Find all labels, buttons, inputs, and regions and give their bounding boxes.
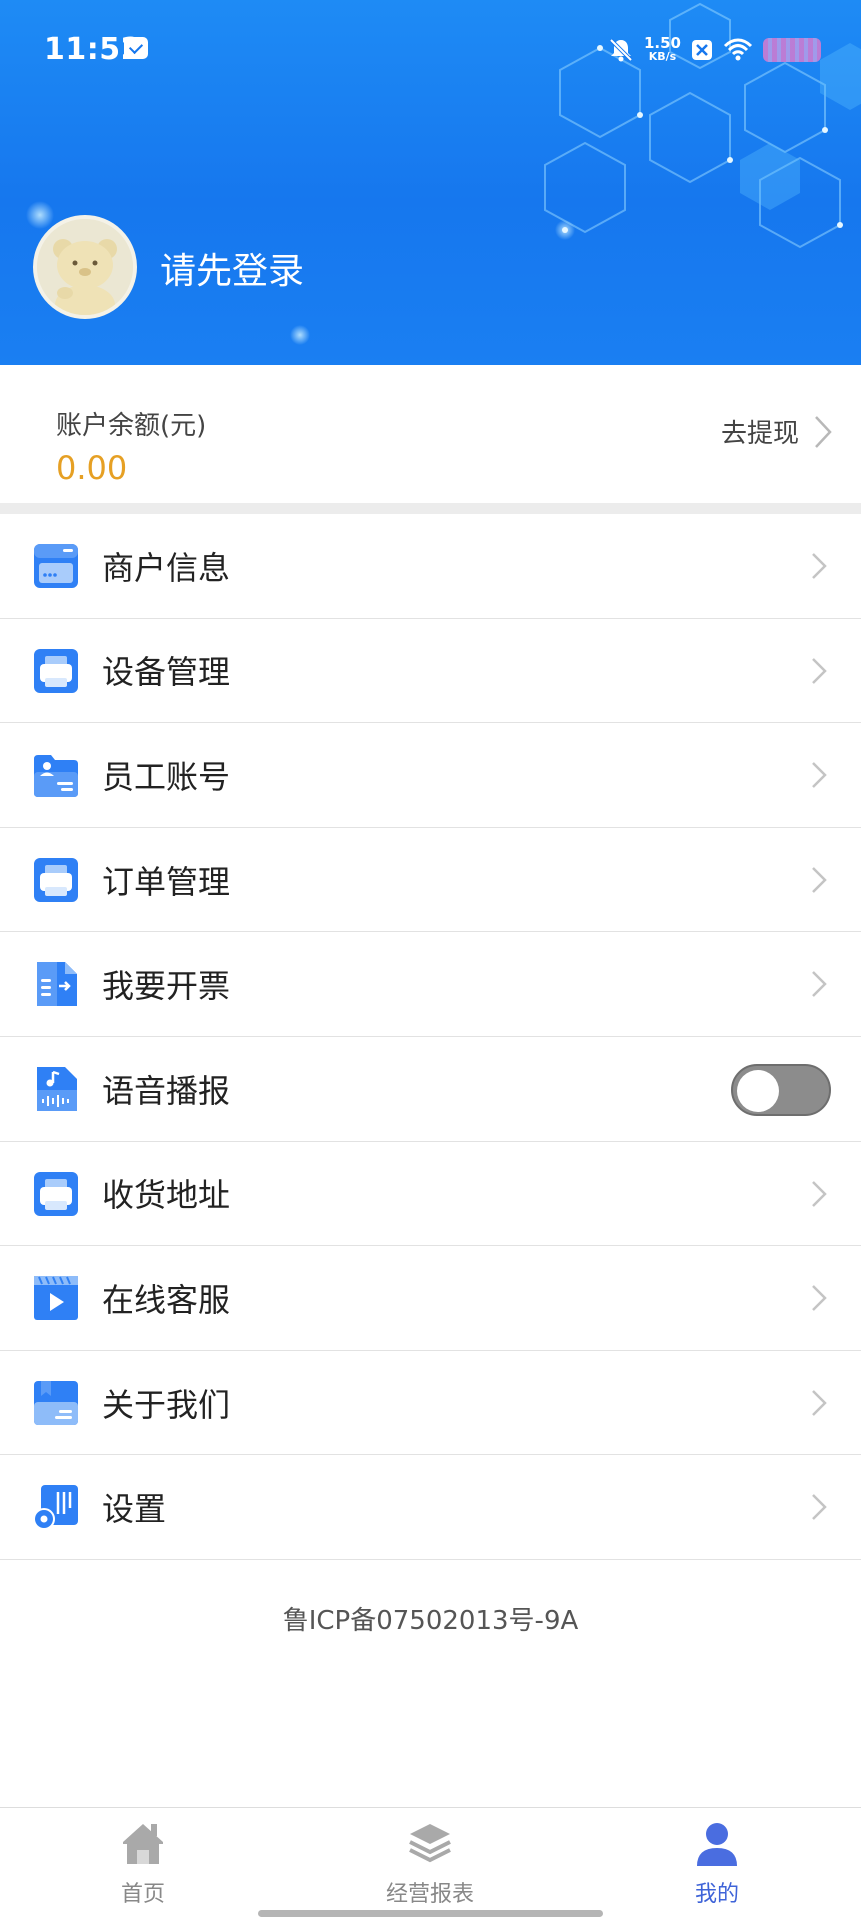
chevron-right-icon (812, 1285, 827, 1312)
status-icons: 1.50 KB/s (608, 30, 821, 70)
chevron-right-icon (812, 553, 827, 579)
chevron-right-icon (812, 1180, 827, 1207)
login-prompt[interactable]: 请先登录 (160, 242, 304, 294)
menu-item-label: 商户信息 (102, 548, 231, 587)
network-speed-value: 1.50 (643, 34, 681, 52)
menu-item-voice-broadcast: 语音播报 (0, 1037, 861, 1142)
menu-item-merchant-info[interactable]: 商户信息 (0, 514, 861, 619)
menu-item-label: 我要开票 (102, 967, 231, 1006)
menu-item-invoice[interactable]: 我要开票 (0, 932, 861, 1037)
home-icon (123, 1824, 163, 1864)
withdraw-button[interactable]: 去提现 (721, 413, 833, 450)
chevron-right-icon (812, 1494, 827, 1521)
menu-item-label: 在线客服 (102, 1280, 231, 1319)
layers-icon (409, 1824, 451, 1863)
chevron-right-icon (812, 866, 827, 893)
chevron-right-icon (815, 415, 832, 448)
withdraw-label: 去提现 (720, 419, 799, 449)
voice-broadcast-icon (37, 1066, 77, 1111)
menu-item-label: 收货地址 (102, 1176, 231, 1215)
nav-item-home[interactable]: 首页 (43, 1820, 243, 1908)
menu-item-label: 员工账号 (102, 757, 231, 796)
menu-item-order-management[interactable]: 订单管理 (0, 828, 861, 933)
menu-item-label: 设备管理 (102, 653, 231, 692)
settings-icon (33, 1485, 78, 1531)
customer-service-icon (34, 1276, 78, 1321)
balance-value: 0.00 (56, 449, 128, 487)
chevron-right-icon (812, 1389, 827, 1416)
menu-item-label: 语音播报 (102, 1071, 231, 1110)
balance-section: 账户余额(元) 0.00 去提现 (0, 365, 861, 503)
menu-item-label: 设置 (102, 1490, 167, 1529)
menu-item-device-management[interactable]: 设备管理 (0, 619, 861, 724)
menu-item-settings[interactable]: 设置 (0, 1455, 861, 1560)
order-icon (34, 857, 78, 902)
user-icon (697, 1823, 737, 1866)
nav-item-business-report[interactable]: 经营报表 (330, 1820, 530, 1908)
home-indicator[interactable] (258, 1910, 603, 1917)
bottom-nav: 首页 经营报表 我的 (0, 1807, 861, 1920)
menu-item-label: 订单管理 (102, 862, 231, 901)
profile-header: 11:52 1.50 KB/s 请先登录 (0, 0, 861, 365)
wifi-icon (723, 38, 753, 61)
address-icon (34, 1171, 78, 1216)
mute-icon (609, 38, 633, 62)
section-divider (0, 503, 861, 514)
close-box-icon (692, 40, 712, 60)
device-icon (34, 648, 78, 693)
menu-item-online-service[interactable]: 在线客服 (0, 1246, 861, 1351)
balance-label: 账户余额(元) (56, 411, 207, 441)
menu-item-label: 关于我们 (102, 1385, 231, 1424)
message-icon (124, 37, 148, 59)
status-bar: 11:52 1.50 KB/s (0, 0, 861, 100)
network-speed: 1.50 KB/s (644, 36, 681, 64)
chevron-right-icon (812, 657, 827, 684)
menu-list: 商户信息 设备管理 员工账号 订单管理 我要开票 语音播报 收货地址 在线客服 … (0, 514, 861, 1560)
invoice-icon (37, 962, 77, 1007)
merchant-info-icon (34, 544, 78, 588)
avatar[interactable] (33, 215, 137, 319)
nav-label: 经营报表 (385, 1882, 474, 1907)
employee-card-icon (34, 755, 78, 798)
icp-filing: 鲁ICP备07502013号-9A (282, 1606, 579, 1636)
network-speed-unit: KB/s (648, 50, 677, 63)
chevron-right-icon (812, 971, 827, 998)
menu-item-shipping-address[interactable]: 收货地址 (0, 1142, 861, 1247)
chevron-right-icon (812, 762, 827, 789)
menu-item-about-us[interactable]: 关于我们 (0, 1351, 861, 1456)
toggle-knob (737, 1069, 779, 1112)
bear-avatar-icon (37, 219, 133, 315)
about-us-icon (34, 1380, 78, 1425)
voice-broadcast-toggle[interactable] (731, 1063, 831, 1116)
battery-icon (763, 38, 821, 62)
nav-label: 我的 (694, 1882, 739, 1907)
nav-item-mine[interactable]: 我的 (617, 1820, 817, 1908)
nav-label: 首页 (120, 1882, 165, 1907)
menu-item-employee-account[interactable]: 员工账号 (0, 723, 861, 828)
